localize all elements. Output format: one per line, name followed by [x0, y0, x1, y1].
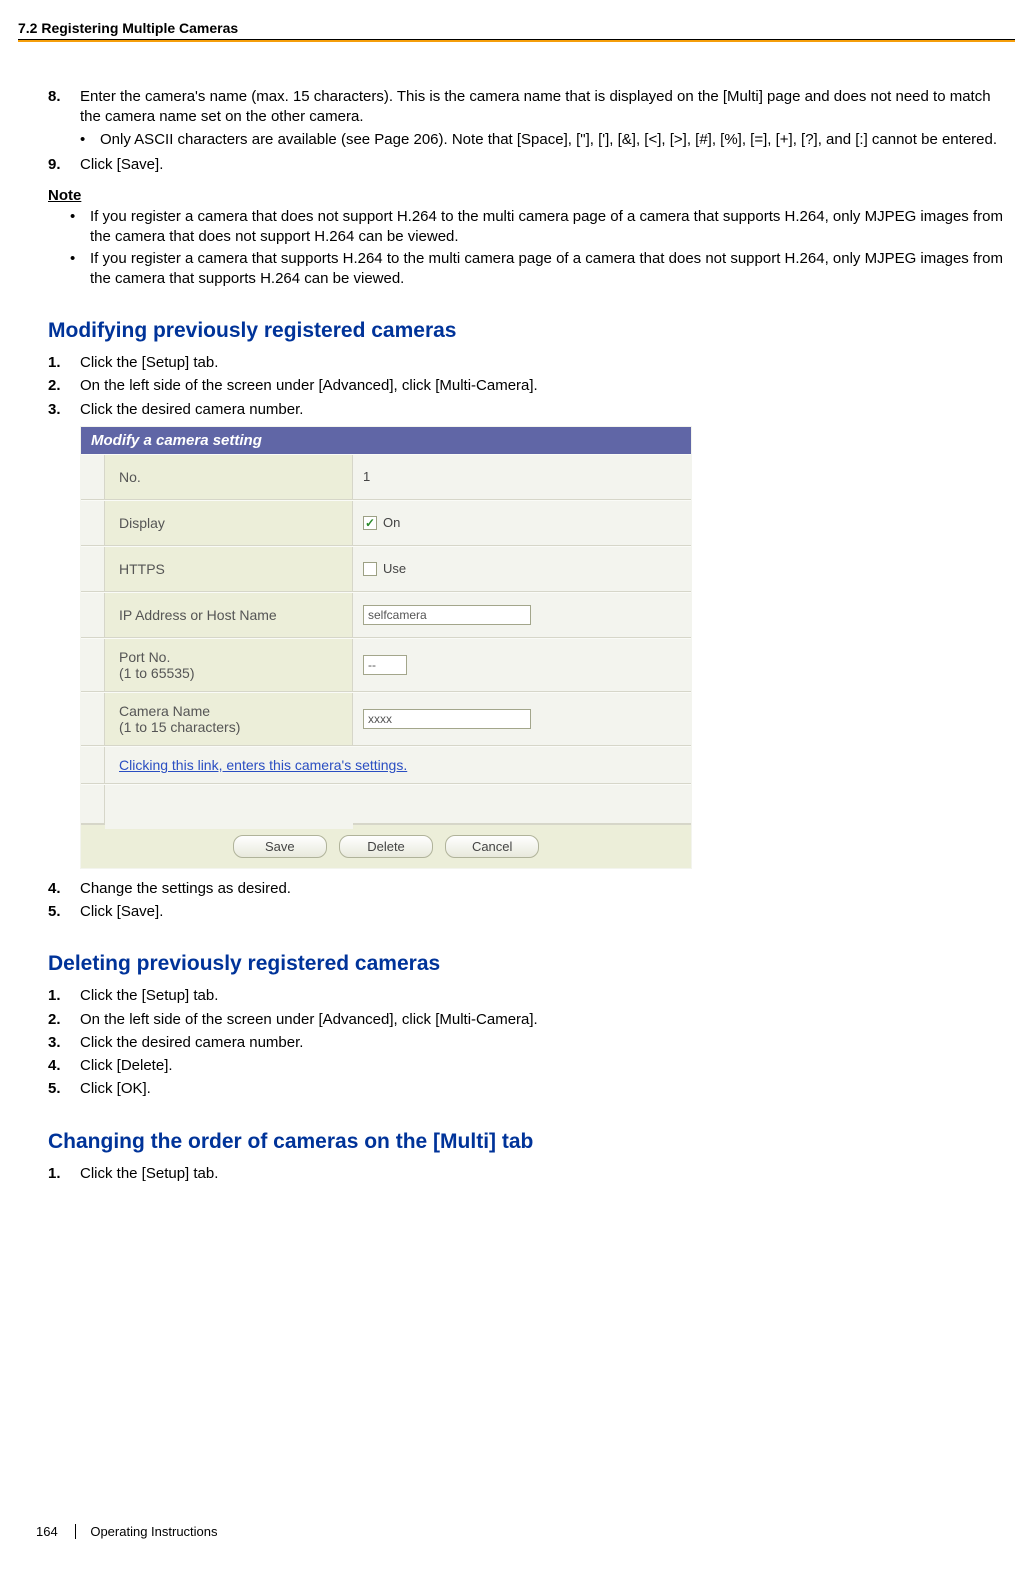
value-no: 1: [353, 455, 691, 499]
label-port-line2: (1 to 65535): [119, 665, 342, 681]
label-ip: IP Address or Host Name: [105, 593, 353, 637]
row-https: HTTPS Use: [81, 546, 691, 592]
step-number: 5.: [48, 1079, 70, 1099]
label-name-line1: Camera Name: [119, 703, 342, 719]
label-display: Display: [105, 501, 353, 545]
settings-link[interactable]: Clicking this link, enters this camera's…: [105, 747, 691, 783]
note-item: • If you register a camera that does not…: [70, 207, 1005, 248]
section-title-modify: Modifying previously registered cameras: [48, 319, 1005, 343]
panel-title: Modify a camera setting: [81, 427, 691, 454]
step-text: Click the [Setup] tab.: [80, 1164, 1005, 1184]
step-number: 1.: [48, 353, 70, 373]
label-https: HTTPS: [105, 547, 353, 591]
page-footer: 164 Operating Instructions: [36, 1524, 218, 1539]
step-number: 2.: [48, 376, 70, 396]
step-number: 1.: [48, 986, 70, 1006]
note-item: • If you register a camera that supports…: [70, 249, 1005, 290]
note-text: If you register a camera that does not s…: [90, 207, 1005, 248]
input-camera-name[interactable]: [363, 709, 531, 729]
step-text: Change the settings as desired.: [80, 879, 1005, 899]
step-9: 9. Click [Save].: [48, 155, 1005, 175]
step-number: 9.: [48, 155, 70, 175]
row-no: No. 1: [81, 454, 691, 500]
label-name-line2: (1 to 15 characters): [119, 719, 342, 735]
modify-steps: 1. Click the [Setup] tab. 2. On the left s…: [48, 353, 1005, 420]
modify-steps-after: 4. Change the settings as desired. 5. Clic…: [48, 879, 1005, 923]
bullet-dot-icon: •: [70, 249, 78, 290]
step-number: 3.: [48, 1033, 70, 1053]
row-indent: [81, 747, 105, 783]
step-text: Click [Delete].: [80, 1056, 1005, 1076]
step-text: Click [OK].: [80, 1079, 1005, 1099]
checkbox-display[interactable]: ✓: [363, 516, 377, 530]
step-text: Enter the camera's name (max. 15 charact…: [80, 88, 991, 125]
bullet-text: Only ASCII characters are available (see…: [100, 130, 997, 150]
row-indent: [81, 547, 105, 591]
step-text: Click the [Setup] tab.: [80, 353, 1005, 373]
row-spacer: [81, 784, 691, 824]
checkbox-label-on: On: [383, 515, 400, 530]
row-ip: IP Address or Host Name: [81, 592, 691, 638]
save-button[interactable]: Save: [233, 835, 327, 858]
row-indent: [81, 785, 105, 823]
label-no: No.: [105, 455, 353, 499]
note-text: If you register a camera that supports H…: [90, 249, 1005, 290]
note-list: • If you register a camera that does not…: [70, 207, 1005, 289]
screenshot-panel: Modify a camera setting No. 1 Display ✓ …: [80, 426, 692, 869]
step-text: On the left side of the screen under [Ad…: [80, 376, 1005, 396]
changing-steps: 1. Click the [Setup] tab.: [48, 1164, 1005, 1184]
checkbox-label-use: Use: [383, 561, 406, 576]
row-port: Port No. (1 to 65535): [81, 638, 691, 692]
delete-steps: 1. Click the [Setup] tab. 2. On the left s…: [48, 986, 1005, 1099]
step-number: 5.: [48, 902, 70, 922]
step-text: Click the [Setup] tab.: [80, 986, 1005, 1006]
row-link: Clicking this link, enters this camera's…: [81, 746, 691, 784]
step-8-bullet: • Only ASCII characters are available (s…: [80, 130, 1005, 150]
step-text: On the left side of the screen under [Ad…: [80, 1010, 1005, 1030]
checkbox-https[interactable]: [363, 562, 377, 576]
input-port[interactable]: [363, 655, 407, 675]
step-number: 8.: [48, 87, 70, 152]
note-heading: Note: [48, 187, 1005, 204]
row-indent: [81, 455, 105, 499]
delete-button[interactable]: Delete: [339, 835, 433, 858]
step-text: Click the desired camera number.: [80, 1033, 1005, 1053]
header-rule: [18, 39, 1015, 42]
step-text: Click [Save].: [80, 902, 1005, 922]
row-indent: [81, 639, 105, 691]
input-ip[interactable]: [363, 605, 531, 625]
label-port-line1: Port No.: [119, 649, 342, 665]
step-number: 3.: [48, 400, 70, 420]
panel-footer: Save Delete Cancel: [81, 824, 691, 868]
step-number: 1.: [48, 1164, 70, 1184]
section-title-changing: Changing the order of cameras on the [Mu…: [48, 1130, 1005, 1154]
row-camera-name: Camera Name (1 to 15 characters): [81, 692, 691, 746]
doc-label: Operating Instructions: [75, 1524, 217, 1539]
row-display: Display ✓ On: [81, 500, 691, 546]
cancel-button[interactable]: Cancel: [445, 835, 539, 858]
row-indent: [81, 593, 105, 637]
step-number: 2.: [48, 1010, 70, 1030]
row-indent: [81, 501, 105, 545]
page-header-text: 7.2 Registering Multiple Cameras: [18, 20, 1015, 36]
step-number: 4.: [48, 1056, 70, 1076]
step-8: 8. Enter the camera's name (max. 15 char…: [48, 87, 1005, 152]
row-indent: [81, 693, 105, 745]
step-number: 4.: [48, 879, 70, 899]
page-number: 164: [36, 1524, 58, 1539]
step-text: Click the desired camera number.: [80, 400, 1005, 420]
steps-continued: 8. Enter the camera's name (max. 15 char…: [48, 87, 1005, 175]
section-title-deleting: Deleting previously registered cameras: [48, 952, 1005, 976]
bullet-dot-icon: •: [80, 130, 90, 150]
bullet-dot-icon: •: [70, 207, 78, 248]
step-text: Click [Save].: [80, 155, 1005, 175]
